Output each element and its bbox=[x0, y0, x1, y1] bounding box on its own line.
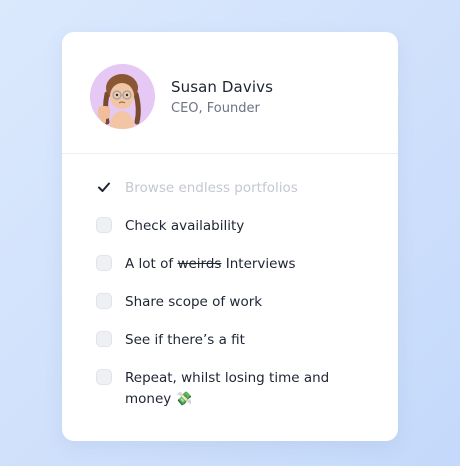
checklist-item-label: See if there’s a fit bbox=[125, 332, 245, 348]
divider bbox=[62, 153, 398, 154]
profile-role: CEO, Founder bbox=[171, 101, 260, 116]
checklist-item-label: Share scope of work bbox=[125, 294, 263, 310]
checkmark-icon[interactable] bbox=[96, 179, 112, 195]
profile-card: Susan Davivs CEO, Founder Browse endless… bbox=[62, 32, 398, 441]
profile-name: Susan Davivs bbox=[171, 78, 273, 96]
checkbox[interactable] bbox=[96, 217, 112, 233]
money-flying-icon: 💸 bbox=[175, 391, 193, 407]
label-text: Repeat, whilst losing time and money bbox=[125, 370, 330, 407]
label-suffix: Interviews bbox=[221, 256, 296, 272]
checklist-item-label: Repeat, whilst losing time and money 💸 bbox=[125, 368, 351, 410]
checkbox[interactable] bbox=[96, 255, 112, 271]
checkbox[interactable] bbox=[96, 331, 112, 347]
checklist-item-label: A lot of weirds Interviews bbox=[125, 254, 351, 275]
checklist-item-label: Check availability bbox=[125, 218, 245, 234]
avatar bbox=[90, 64, 155, 129]
profile-header: Susan Davivs CEO, Founder bbox=[62, 32, 398, 153]
label-prefix: A lot of bbox=[125, 256, 178, 272]
checklist-item-label: Browse endless portfolios bbox=[125, 180, 298, 196]
checkbox[interactable] bbox=[96, 293, 112, 309]
checkbox[interactable] bbox=[96, 369, 112, 385]
struck-word: weirds bbox=[177, 256, 222, 272]
